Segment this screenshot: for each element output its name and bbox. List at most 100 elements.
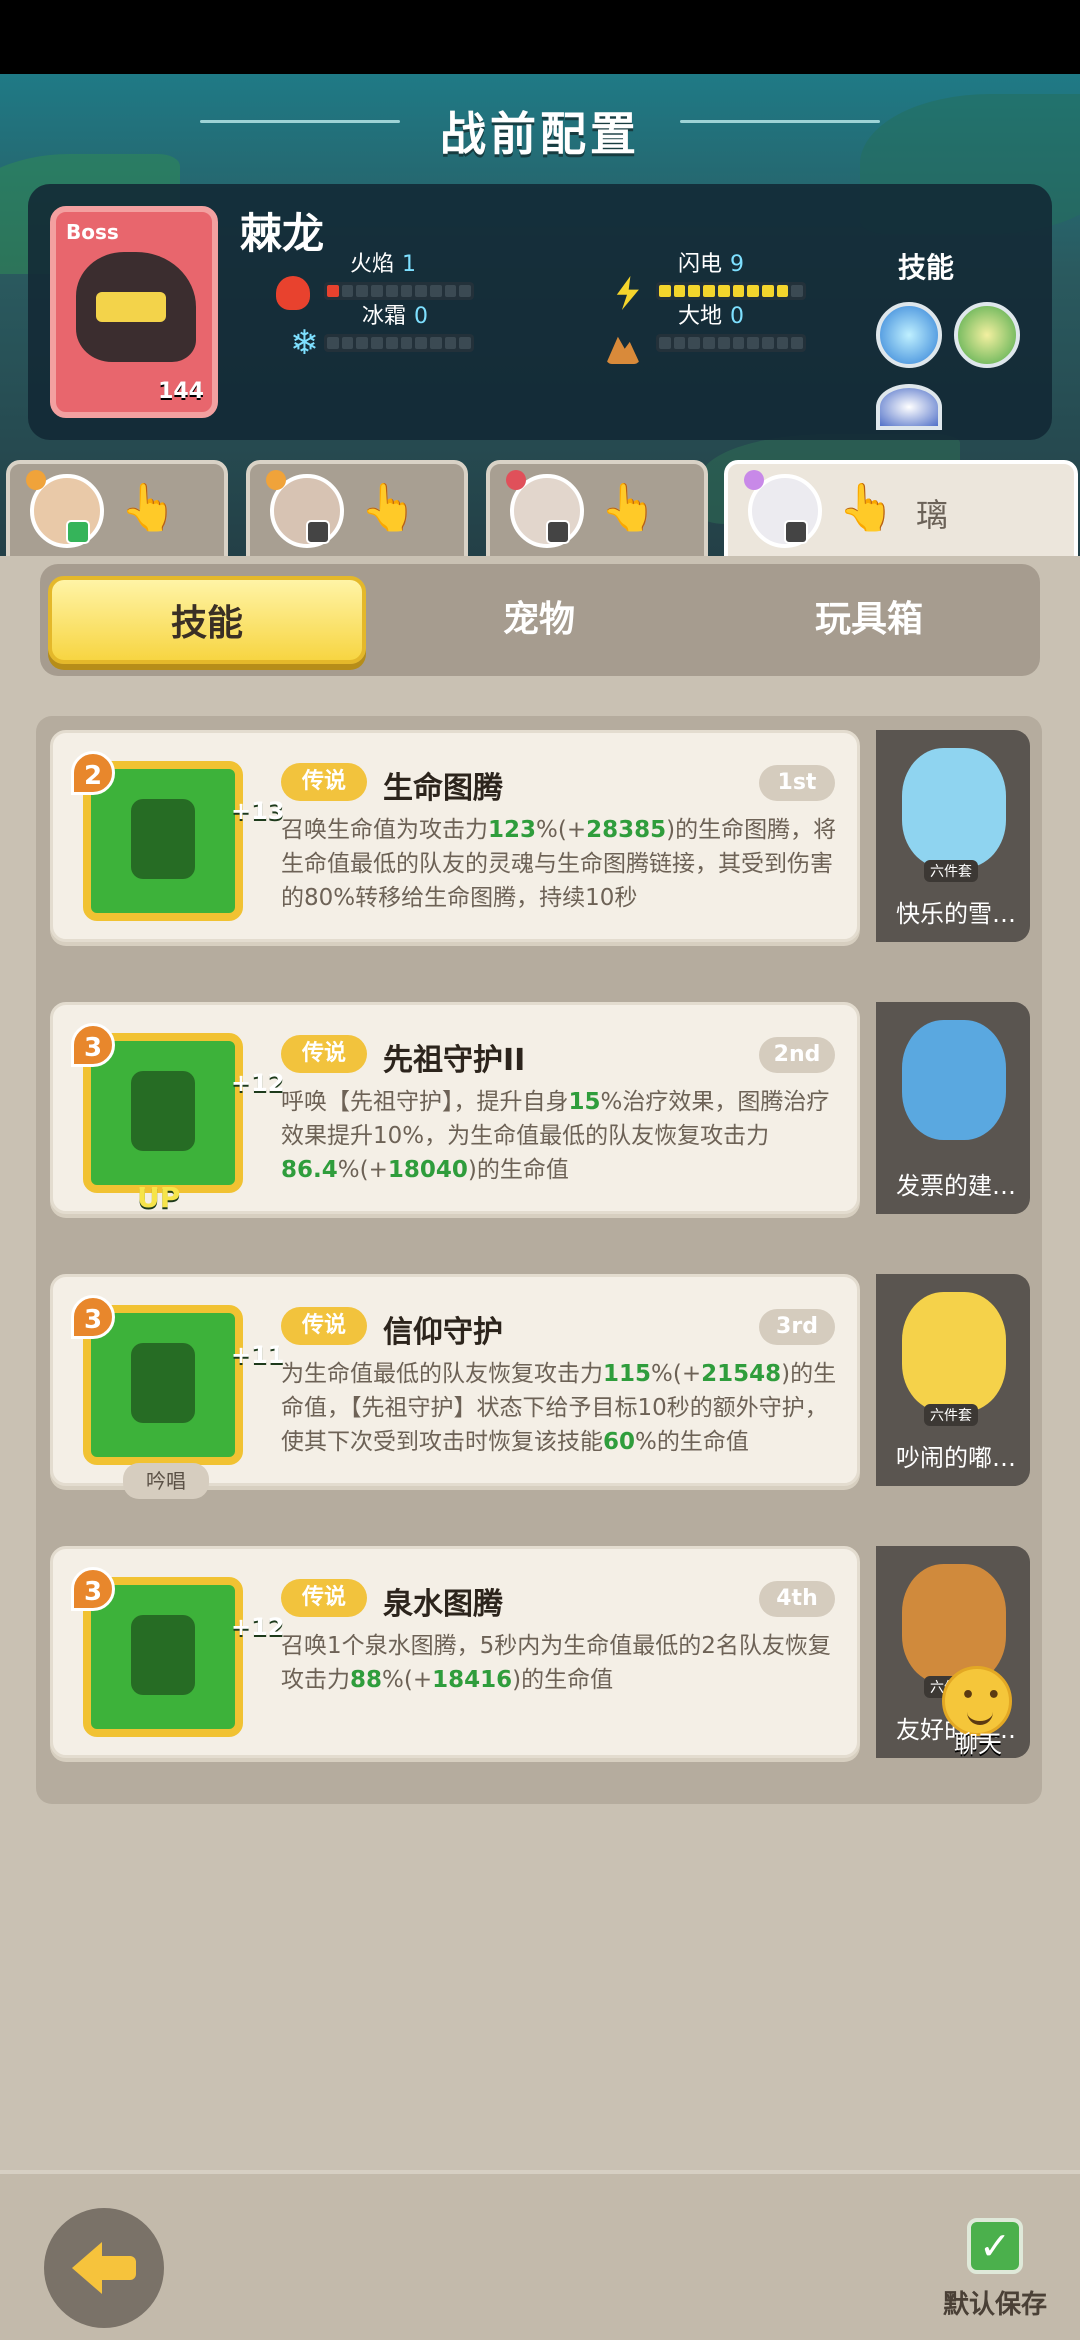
pet-card[interactable]: 六件套吵闹的嘟… <box>876 1274 1030 1486</box>
hero-tab-4[interactable]: 👆 璃 <box>724 460 1078 564</box>
scroll-skill-icon[interactable] <box>954 302 1020 368</box>
bar-segment <box>659 285 671 297</box>
bar-segment <box>371 285 383 297</box>
pet-card[interactable]: 六件套 快乐的雪… <box>876 730 1030 942</box>
pet-name: 吵闹的嘟… <box>896 1444 1016 1472</box>
element-bar <box>656 334 806 352</box>
bar-segment <box>703 285 715 297</box>
hero-status-badge <box>66 520 90 544</box>
rarity-badge: 传说 <box>281 1035 367 1073</box>
skill-desc-text: %的生命值 <box>635 1429 749 1455</box>
skill-description: 召唤1个泉水图腾，5秒内为生命值最低的2名队友恢复攻击力88%(+18416)的… <box>281 1629 841 1697</box>
hero-status-badge <box>306 520 330 544</box>
totem-glyph <box>131 1071 195 1151</box>
hero-tab-1[interactable]: 👆 <box>6 460 228 560</box>
bar-segment <box>459 337 472 349</box>
chat-label[interactable]: 聊天 <box>954 1724 1002 1759</box>
tab-toybox[interactable]: 玩具箱 <box>710 576 1028 664</box>
bar-segment <box>385 285 398 297</box>
element-label: 大地 <box>678 304 723 329</box>
bar-segment <box>356 285 369 297</box>
hero-tab-3[interactable]: 👆 <box>486 460 708 560</box>
skill-name: 信仰守护 <box>383 1315 503 1350</box>
bottom-bar: ✓ 默认保存 <box>0 2170 1080 2340</box>
skill-desc-text: 召唤生命值为攻击力 <box>281 817 488 843</box>
bar-segment <box>371 337 383 349</box>
bar-segment <box>673 285 686 297</box>
default-save-label: 默认保存 <box>942 2290 1047 2320</box>
hero-tab-2[interactable]: 👆 <box>246 460 468 560</box>
back-arrow-stem <box>100 2256 136 2280</box>
skill-up-label: UP <box>137 1181 181 1214</box>
boss-level: 144 <box>158 379 204 404</box>
default-save-button[interactable]: ✓ 默认保存 <box>930 2218 1060 2321</box>
ice-skill-icon[interactable] <box>876 302 942 368</box>
bar-segment <box>761 285 774 297</box>
element-label: 冰霜 <box>362 304 407 329</box>
skill-description: 呼唤【先祖守护】，提升自身15%治疗效果，图腾治疗效果提升10%，为生命值最低的… <box>281 1085 841 1187</box>
bar-segment <box>688 285 701 297</box>
skill-desc-value: 18416 <box>432 1667 513 1693</box>
skill-description: 为生命值最低的队友恢复攻击力115%(+21548)的生命值，【先祖守护】状态下… <box>281 1357 841 1459</box>
skill-desc-text: %(+ <box>337 1157 388 1183</box>
hand-icon: 👆 <box>600 480 658 534</box>
mountain-icon <box>606 336 640 364</box>
skill-desc-value: 88 <box>350 1667 383 1693</box>
back-button[interactable] <box>44 2208 164 2328</box>
tab-skills[interactable]: 技能 <box>48 576 366 664</box>
bar-segment <box>415 285 427 297</box>
rarity-badge: 传说 <box>281 763 367 801</box>
content-area: 技能 宠物 玩具箱 +13 2 传说 生命图腾 1st 召唤生命值为攻击力123%(+28… <box>0 556 1080 2171</box>
skill-card[interactable]: +11 3 吟唱 传说 信仰守护 3rd 为生命值最低的队友恢复攻击力115%(+21548… <box>50 1274 860 1499</box>
skill-card[interactable]: +12 UP 3 传说 先祖守护II 2nd 呼唤【先祖守护】，提升自身15%治疗效果，图腾… <box>50 1002 860 1214</box>
skill-level: 3 <box>71 1023 115 1067</box>
boss-badge: Boss <box>66 220 119 244</box>
bar-segment <box>429 337 442 349</box>
skill-desc-text: %(+ <box>536 817 587 843</box>
tab-pets[interactable]: 宠物 <box>380 576 698 664</box>
hand-icon: 👆 <box>120 480 178 534</box>
bar-segment <box>717 285 730 297</box>
hand-icon: 👆 <box>838 480 896 534</box>
bar-segment <box>791 337 804 349</box>
bar-segment <box>429 285 442 297</box>
bar-segment <box>356 337 369 349</box>
skill-desc-text: 为生命值最低的队友恢复攻击力 <box>281 1361 603 1387</box>
skill-desc-value: 123 <box>488 817 537 843</box>
pet-art <box>902 1020 1006 1140</box>
page-title: 战前配置 <box>440 107 640 161</box>
skill-rank: 4th <box>759 1581 835 1617</box>
shield-skill-icon[interactable] <box>876 384 942 430</box>
skill-card[interactable]: +12 3 传说 泉水图腾 4th 召唤1个泉水图腾，5秒内为生命值最低的2名队友恢复攻击… <box>50 1546 860 1758</box>
skill-rank: 2nd <box>759 1037 835 1073</box>
checkbox-icon[interactable]: ✓ <box>967 2218 1023 2274</box>
skill-desc-value: 21548 <box>701 1361 782 1387</box>
bar-segment <box>400 337 413 349</box>
boss-skills-label: 技能 <box>898 251 955 284</box>
bar-segment <box>732 285 745 297</box>
skill-plus: +12 <box>231 1069 285 1097</box>
bar-segment <box>673 337 686 349</box>
bar-segment <box>791 285 804 297</box>
element-value: 9 <box>730 252 745 277</box>
bar-segment <box>732 337 745 349</box>
pet-art <box>902 748 1006 868</box>
pet-name: 快乐的雪… <box>896 900 1016 928</box>
rarity-badge: 传说 <box>281 1307 367 1345</box>
rarity-badge: 传说 <box>281 1579 367 1617</box>
bar-segment <box>703 337 715 349</box>
bar-segment <box>341 285 354 297</box>
skill-chant: 吟唱 <box>123 1463 209 1499</box>
skill-card[interactable]: +13 2 传说 生命图腾 1st 召唤生命值为攻击力123%(+28385)的生命图腾，… <box>50 730 860 942</box>
bar-segment <box>717 337 730 349</box>
skill-desc-text: )的生命值 <box>467 1157 569 1183</box>
skill-desc-value: 60 <box>603 1429 636 1455</box>
boss-portrait[interactable]: Boss 144 <box>50 206 218 418</box>
element-value: 1 <box>402 252 417 277</box>
bar-segment <box>776 337 789 349</box>
bar-segment <box>659 337 671 349</box>
pet-card[interactable]: 发票的建… <box>876 1002 1030 1214</box>
skill-name: 生命图腾 <box>383 771 503 806</box>
element-label: 火焰 <box>350 252 395 277</box>
pet-set-badge: 六件套 <box>924 1404 978 1426</box>
